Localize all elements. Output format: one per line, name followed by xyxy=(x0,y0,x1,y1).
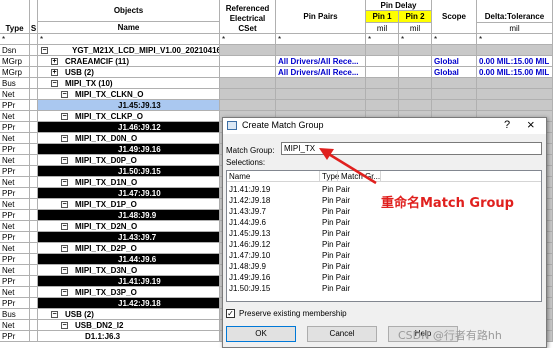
annotation-text: 重命名Match Group xyxy=(381,196,514,211)
annotation-arrow xyxy=(319,148,377,185)
watermark: CSDN @行者有路hh xyxy=(398,329,502,342)
